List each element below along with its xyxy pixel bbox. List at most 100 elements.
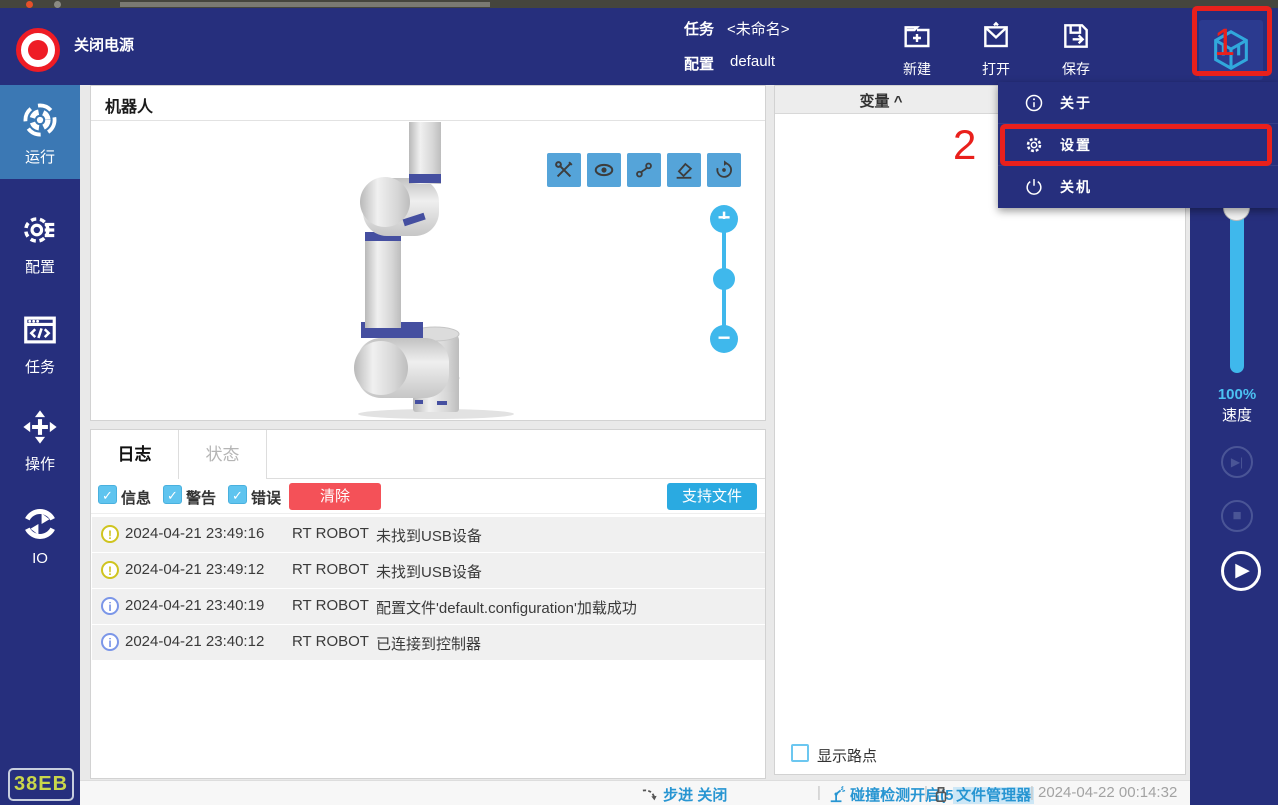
new-task-label: 新建 <box>903 61 931 77</box>
log-message: 未找到USB设备 <box>376 528 482 545</box>
filter-error-checkbox[interactable]: ✓ <box>228 485 247 504</box>
collision-icon <box>830 785 846 803</box>
log-row: i 2024-04-21 23:40:19 RT ROBOT 配置文件'defa… <box>92 589 765 624</box>
log-source: RT ROBOT <box>292 525 369 542</box>
sidebar-item-run[interactable]: 运行 <box>0 85 80 179</box>
config-icon <box>24 217 55 243</box>
file-manager-text: 文件管理器 <box>953 787 1035 804</box>
speed-percent: 100% <box>1217 386 1257 403</box>
config-value: default <box>730 53 776 70</box>
tab-log[interactable]: 日志 <box>91 430 179 479</box>
eraser-button[interactable] <box>667 153 701 187</box>
brand-cube-icon <box>1214 30 1248 70</box>
app-menu-logo-button[interactable] <box>1199 20 1263 80</box>
info-icon: i <box>101 633 119 651</box>
stop-button[interactable]: ■ <box>1221 500 1253 532</box>
log-time: 2024-04-21 23:40:19 <box>125 597 265 614</box>
speed-slider-track[interactable] <box>1230 207 1244 373</box>
file-manager-button[interactable]: 文件管理器 <box>933 784 1035 805</box>
filter-error-label: 错误 <box>251 490 282 507</box>
window-control-dot[interactable] <box>54 1 61 8</box>
task-icon <box>24 316 56 344</box>
menu-item-settings[interactable]: 设置 <box>998 124 1278 166</box>
tools-button[interactable] <box>547 153 581 187</box>
log-filter-row: ✓ 信息 ✓ 警告 ✓ 错误 清除 支持文件 <box>91 479 765 514</box>
log-source: RT ROBOT <box>292 597 369 614</box>
step-mode-status[interactable]: 步进 关闭 <box>641 784 727 805</box>
status-divider: | <box>924 784 928 801</box>
filter-info-label: 信息 <box>121 490 152 507</box>
robot-3d-view[interactable] <box>341 122 541 420</box>
save-icon <box>1064 24 1088 48</box>
clock: 2024-04-22 00:14:32 <box>1038 784 1178 801</box>
config-label: 配置 <box>684 56 715 73</box>
power-icon <box>28 40 48 60</box>
warning-icon: ! <box>101 525 119 543</box>
task-label: 任务 <box>684 21 715 38</box>
run-icon <box>23 103 57 137</box>
rotate-view-button[interactable] <box>707 153 741 187</box>
power-off-label: 关闭电源 <box>74 37 135 54</box>
sidebar-item-label: 配置 <box>24 259 55 276</box>
menu-item-about[interactable]: 关于 <box>998 82 1278 124</box>
robot-panel-header: 机器人 <box>91 86 765 121</box>
status-badge: 38EB <box>8 768 74 801</box>
new-task-button[interactable]: 新建 <box>885 20 949 79</box>
play-button[interactable]: ▶ <box>1221 551 1261 591</box>
log-row: ! 2024-04-21 23:49:12 RT ROBOT 未找到USB设备 <box>92 553 765 588</box>
filter-info-checkbox[interactable]: ✓ <box>98 485 117 504</box>
app-dropdown-menu: 关于 设置 关机 <box>998 82 1278 208</box>
menu-item-label: 关于 <box>1060 94 1092 111</box>
log-panel: 日志 状态 ✓ 信息 ✓ 警告 ✓ 错误 清除 支持文件 ! 2024-04-2… <box>90 429 766 779</box>
variables-title: 变量 ^ <box>775 90 987 111</box>
menu-item-shutdown[interactable]: 关机 <box>998 166 1278 208</box>
open-task-button[interactable]: 打开 <box>964 20 1028 79</box>
info-icon: i <box>101 597 119 615</box>
status-divider: | <box>1030 784 1034 801</box>
step-forward-button[interactable]: ▶| <box>1221 446 1253 478</box>
log-row: ! 2024-04-21 23:49:16 RT ROBOT 未找到USB设备 <box>92 517 765 552</box>
show-waypoints-checkbox[interactable] <box>791 744 809 762</box>
save-task-label: 保存 <box>1062 61 1090 77</box>
step-icon <box>642 789 657 801</box>
sidebar-item-task[interactable]: 任务 <box>0 295 80 389</box>
variables-title-text: 变量 <box>859 93 890 110</box>
nav-sidebar: 运行 配置 任务 操作 IO 38EB <box>0 85 80 805</box>
sidebar-item-label: IO <box>32 550 48 567</box>
sidebar-item-config[interactable]: 配置 <box>0 195 80 289</box>
info-icon <box>1025 94 1043 111</box>
gear-icon <box>1026 137 1042 152</box>
viewport-toolbar <box>547 153 741 187</box>
log-time: 2024-04-21 23:49:16 <box>125 525 265 542</box>
zoom-slider-knob[interactable] <box>713 268 735 290</box>
path-button[interactable] <box>627 153 661 187</box>
sidebar-item-label: 任务 <box>24 359 55 376</box>
power-off-button[interactable] <box>16 28 60 72</box>
log-tabs: 日志 状态 <box>91 430 765 479</box>
eye-icon <box>594 163 614 177</box>
tab-status[interactable]: 状态 <box>179 430 267 479</box>
chevron-up-icon: ^ <box>893 93 903 110</box>
open-task-label: 打开 <box>982 61 1010 77</box>
filter-warning-label: 警告 <box>186 490 217 507</box>
window-title-text <box>120 2 490 7</box>
stop-icon: ■ <box>1232 507 1242 524</box>
sidebar-item-label: 操作 <box>24 456 55 473</box>
status-divider: | <box>817 784 821 801</box>
robot-view-panel: 机器人 + − <box>90 85 766 421</box>
play-icon: ▶ <box>1235 560 1250 581</box>
save-task-button[interactable]: 保存 <box>1044 20 1108 79</box>
sidebar-item-io[interactable]: IO <box>0 489 80 583</box>
speed-label: 速度 <box>1221 407 1252 424</box>
new-file-icon <box>904 26 930 48</box>
operate-icon <box>23 410 57 444</box>
support-file-button[interactable]: 支持文件 <box>667 483 757 510</box>
zoom-out-button[interactable]: − <box>710 325 738 353</box>
task-value: <未命名> <box>727 21 790 38</box>
filter-warning-checkbox[interactable]: ✓ <box>163 485 182 504</box>
sidebar-item-operate[interactable]: 操作 <box>0 392 80 486</box>
clear-log-button[interactable]: 清除 <box>289 483 381 510</box>
visibility-button[interactable] <box>587 153 621 187</box>
window-control-dot[interactable] <box>26 1 33 8</box>
log-row: i 2024-04-21 23:40:12 RT ROBOT 已连接到控制器 <box>92 625 765 660</box>
